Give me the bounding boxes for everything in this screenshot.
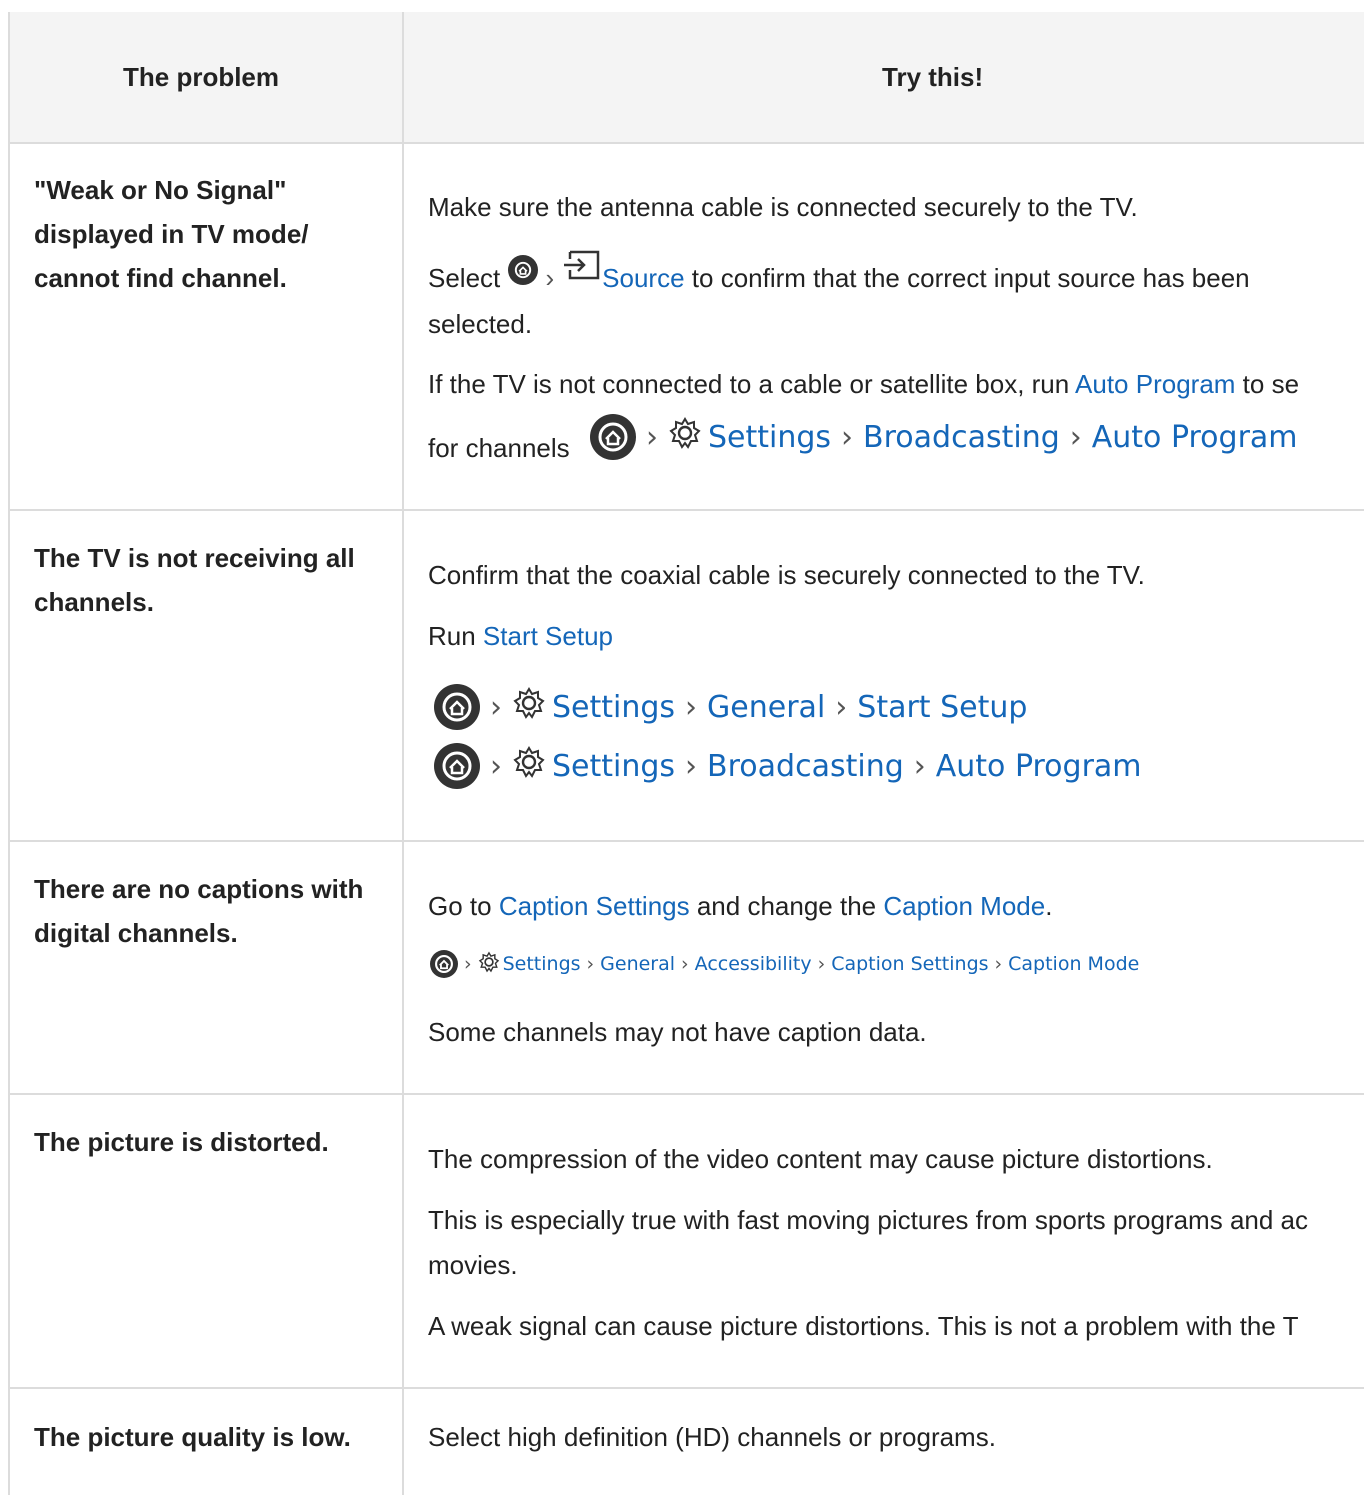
gear-icon	[512, 686, 546, 728]
gear-icon	[512, 745, 546, 787]
auto-program-link[interactable]: Auto Program	[1075, 369, 1235, 399]
solution-text: Go to Caption Settings and change the Ca…	[428, 891, 1053, 921]
path-item[interactable]: Settings	[552, 690, 675, 725]
solution-text: selected.	[428, 309, 533, 339]
path-item[interactable]: Auto Program	[936, 749, 1142, 784]
home-icon	[507, 255, 538, 286]
chevron-right-icon: ›	[994, 953, 1003, 975]
solution-text: for channels	[428, 433, 570, 463]
chevron-right-icon: ›	[490, 689, 502, 725]
solution-text: A weak signal can cause picture distorti…	[428, 1311, 1299, 1341]
source-input-icon	[562, 250, 602, 298]
start-setup-link[interactable]: Start Setup	[483, 621, 613, 651]
path-item[interactable]: Settings	[708, 420, 831, 455]
path-item[interactable]: General	[707, 690, 825, 725]
menu-path: › Settings › General › Start Setup	[434, 684, 1027, 730]
row-divider	[10, 1093, 1364, 1095]
chevron-right-icon: ›	[545, 263, 555, 293]
solution-text: Confirm that the coaxial cable is secure…	[428, 560, 1145, 590]
solution-text: movies.	[428, 1250, 518, 1280]
caption-mode-link[interactable]: Caption Mode	[883, 891, 1045, 921]
table-left-border	[8, 12, 10, 1495]
source-link[interactable]: Source	[602, 263, 684, 293]
gear-icon	[668, 416, 702, 458]
home-icon	[434, 684, 480, 730]
row-divider	[10, 142, 1364, 144]
caption-settings-link[interactable]: Caption Settings	[499, 891, 690, 921]
chevron-right-icon: ›	[681, 953, 689, 975]
home-icon	[434, 743, 480, 789]
chevron-right-icon: ›	[646, 419, 658, 455]
chevron-right-icon: ›	[841, 419, 854, 455]
problem-no-captions: There are no captions with digital chann…	[34, 874, 364, 948]
gear-icon	[478, 951, 500, 978]
chevron-right-icon: ›	[1069, 419, 1082, 455]
solution-text: Make sure the antenna cable is connected…	[428, 192, 1138, 222]
chevron-right-icon: ›	[490, 748, 502, 784]
chevron-right-icon: ›	[685, 748, 698, 784]
path-item[interactable]: Caption Settings	[831, 953, 988, 975]
chevron-right-icon: ›	[913, 748, 926, 784]
header-problem: The problem	[123, 62, 280, 92]
solution-text: Select › Source to confirm that the corre…	[428, 250, 1250, 304]
solution-text: If the TV is not connected to a cable or…	[428, 369, 1300, 399]
column-divider	[402, 12, 404, 1495]
path-item[interactable]: Accessibility	[695, 953, 812, 975]
path-item[interactable]: Caption Mode	[1008, 953, 1139, 975]
menu-path: › Settings › General › Accessibility › C…	[430, 950, 1139, 978]
chevron-right-icon: ›	[835, 689, 848, 725]
row-divider	[10, 509, 1364, 511]
path-item[interactable]: Settings	[552, 749, 675, 784]
menu-path: › Settings › Broadcasting › Auto Program	[590, 414, 1298, 460]
solution-text: The compression of the video content may…	[428, 1144, 1213, 1174]
problem-not-receiving: The TV is not receiving all channels.	[34, 543, 355, 617]
row-divider	[10, 1387, 1364, 1389]
chevron-right-icon: ›	[817, 953, 826, 975]
problem-low-quality: The picture quality is low.	[34, 1422, 351, 1452]
path-item[interactable]: Broadcasting	[863, 420, 1060, 455]
solution-text: Run Start Setup	[428, 621, 613, 651]
solution-text: This is especially true with fast moving…	[428, 1205, 1309, 1235]
header-try-this: Try this!	[882, 62, 984, 92]
path-item[interactable]: Auto Program	[1092, 420, 1298, 455]
path-item[interactable]: General	[600, 953, 675, 975]
chevron-right-icon: ›	[464, 953, 472, 975]
home-icon	[430, 950, 458, 978]
chevron-right-icon: ›	[586, 953, 595, 975]
chevron-right-icon: ›	[685, 689, 698, 725]
solution-text: Select high definition (HD) channels or …	[428, 1422, 996, 1452]
path-item[interactable]: Settings	[503, 953, 581, 975]
path-item[interactable]: Broadcasting	[707, 749, 904, 784]
path-item[interactable]: Start Setup	[857, 690, 1027, 725]
problem-distorted: The picture is distorted.	[34, 1127, 329, 1157]
row-divider	[10, 840, 1364, 842]
home-icon	[590, 414, 636, 460]
solution-text: Some channels may not have caption data.	[428, 1017, 927, 1047]
problem-weak-signal: "Weak or No Signal" displayed in TV mode…	[34, 175, 309, 293]
menu-path: › Settings › Broadcasting › Auto Program	[434, 743, 1142, 789]
